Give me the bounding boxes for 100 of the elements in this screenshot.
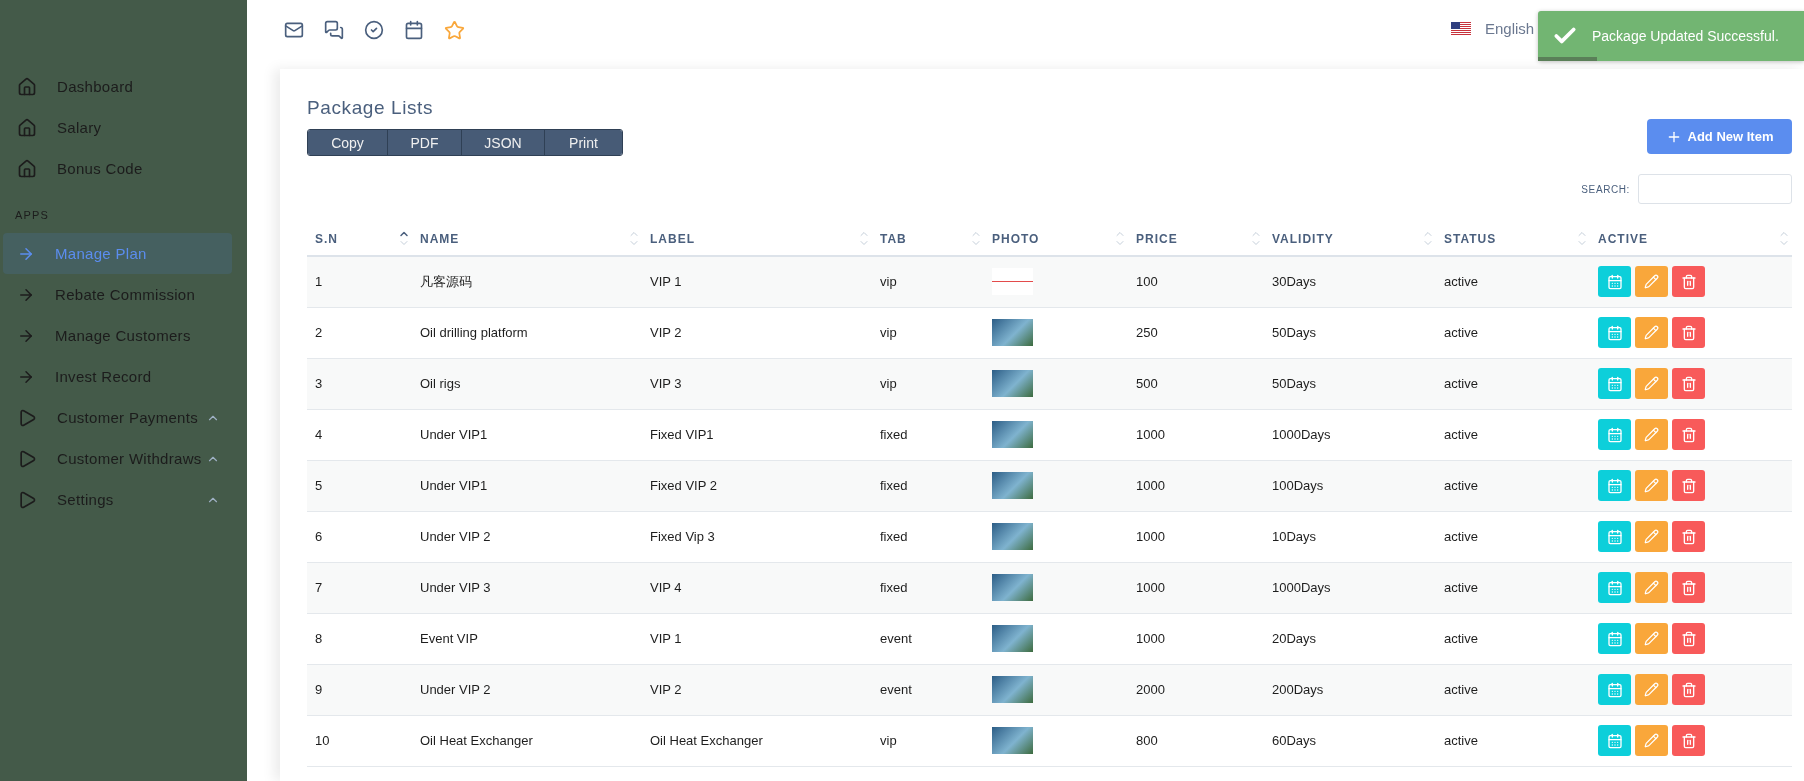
table-cell: Oil Heat Exchanger [412, 715, 642, 766]
table-cell: active [1436, 307, 1590, 358]
table-cell: fixed [872, 562, 984, 613]
table-cell: 20Days [1264, 613, 1436, 664]
view-button[interactable] [1598, 521, 1631, 552]
photo-placeholder [992, 319, 1033, 346]
trash-icon [1680, 528, 1697, 545]
pencil-icon [1644, 427, 1659, 442]
view-button[interactable] [1598, 317, 1631, 348]
table-cell: 100Days [1264, 460, 1436, 511]
table-cell: active [1436, 562, 1590, 613]
delete-button[interactable] [1672, 419, 1705, 450]
add-item-button[interactable]: Add New Item [1647, 119, 1792, 154]
play-icon [17, 448, 37, 469]
language-selector[interactable]: English [1485, 20, 1535, 37]
delete-button[interactable] [1672, 266, 1705, 298]
edit-button[interactable] [1635, 317, 1668, 348]
delete-button[interactable] [1672, 368, 1705, 399]
edit-button[interactable] [1635, 623, 1668, 654]
export-button[interactable]: JSON [461, 130, 544, 155]
view-button[interactable] [1598, 266, 1631, 298]
edit-button[interactable] [1635, 266, 1668, 298]
table-cell: 9 [307, 664, 412, 715]
pencil-icon [1644, 274, 1659, 290]
calendar-icon[interactable] [404, 20, 424, 40]
trash-icon [1680, 426, 1697, 443]
export-button[interactable]: Print [544, 130, 622, 155]
table-cell: 500 [1128, 358, 1264, 409]
table-cell: vip [872, 307, 984, 358]
delete-button[interactable] [1672, 521, 1705, 552]
home-icon [17, 117, 37, 138]
table-cell: Under VIP1 [412, 409, 642, 460]
view-button[interactable] [1598, 419, 1631, 450]
flag-icon [1451, 21, 1471, 36]
star-icon[interactable] [444, 19, 465, 41]
table-cell: 200Days [1264, 664, 1436, 715]
table-cell: VIP 1 [642, 256, 872, 307]
table-cell: 250 [1128, 307, 1264, 358]
edit-button[interactable] [1635, 572, 1668, 603]
delete-button[interactable] [1672, 470, 1705, 501]
export-button[interactable]: PDF [387, 130, 461, 155]
table-cell: vip [872, 358, 984, 409]
card-title: Package Lists [307, 97, 435, 119]
trash-icon [1680, 375, 1697, 392]
check-circle-icon[interactable] [364, 20, 384, 40]
table-cell: VIP 2 [642, 664, 872, 715]
home-icon [17, 76, 37, 97]
table-cell: 1000 [1128, 460, 1264, 511]
table-cell: active [1436, 460, 1590, 511]
edit-button[interactable] [1635, 521, 1668, 552]
table-cell: event [872, 664, 984, 715]
table-cell: 1000 [1128, 613, 1264, 664]
table-cell: 30Days [1264, 256, 1436, 307]
table-cell: Under VIP 3 [412, 562, 642, 613]
toast-message: Package Updated Successful. [1592, 28, 1779, 44]
table-cell: active [1436, 511, 1590, 562]
table-cell: 1 [307, 256, 412, 307]
table-cell: Fixed VIP1 [642, 409, 872, 460]
delete-button[interactable] [1672, 623, 1705, 654]
view-button[interactable] [1598, 623, 1631, 654]
table-cell: Under VIP 2 [412, 664, 642, 715]
export-button[interactable]: Copy [308, 130, 387, 155]
table-cell: active [1436, 409, 1590, 460]
calendar-icon [1606, 477, 1623, 494]
table-cell: Under VIP 2 [412, 511, 642, 562]
table-cell: 100 [1128, 256, 1264, 307]
table-cell: 凡客源码 [412, 256, 642, 307]
mail-icon[interactable] [284, 20, 304, 40]
table-cell: active [1436, 715, 1590, 766]
view-button[interactable] [1598, 470, 1631, 501]
table-cell: 60Days [1264, 715, 1436, 766]
home-icon [17, 158, 37, 179]
table-cell: fixed [872, 511, 984, 562]
chat-icon[interactable] [324, 20, 344, 40]
delete-button[interactable] [1672, 572, 1705, 603]
pencil-icon [1644, 325, 1659, 340]
table-cell: 3 [307, 358, 412, 409]
edit-button[interactable] [1635, 368, 1668, 399]
calendar-icon [1606, 375, 1623, 392]
edit-button[interactable] [1635, 470, 1668, 501]
photo-placeholder [992, 727, 1033, 754]
edit-button[interactable] [1635, 419, 1668, 450]
view-button[interactable] [1598, 572, 1631, 603]
delete-button[interactable] [1672, 725, 1705, 756]
view-button[interactable] [1598, 725, 1631, 756]
table-cell: 50Days [1264, 358, 1436, 409]
trash-icon [1680, 732, 1697, 749]
edit-button[interactable] [1635, 674, 1668, 705]
delete-button[interactable] [1672, 674, 1705, 705]
table-cell: 10 [307, 715, 412, 766]
edit-button[interactable] [1635, 725, 1668, 756]
table-cell: 1000Days [1264, 562, 1436, 613]
delete-button[interactable] [1672, 317, 1705, 348]
view-button[interactable] [1598, 674, 1631, 705]
view-button[interactable] [1598, 368, 1631, 399]
table-cell: 4 [307, 409, 412, 460]
search-field[interactable] [1638, 174, 1792, 204]
calendar-icon [1606, 324, 1623, 341]
trash-icon [1680, 324, 1697, 341]
pencil-icon [1644, 682, 1659, 697]
